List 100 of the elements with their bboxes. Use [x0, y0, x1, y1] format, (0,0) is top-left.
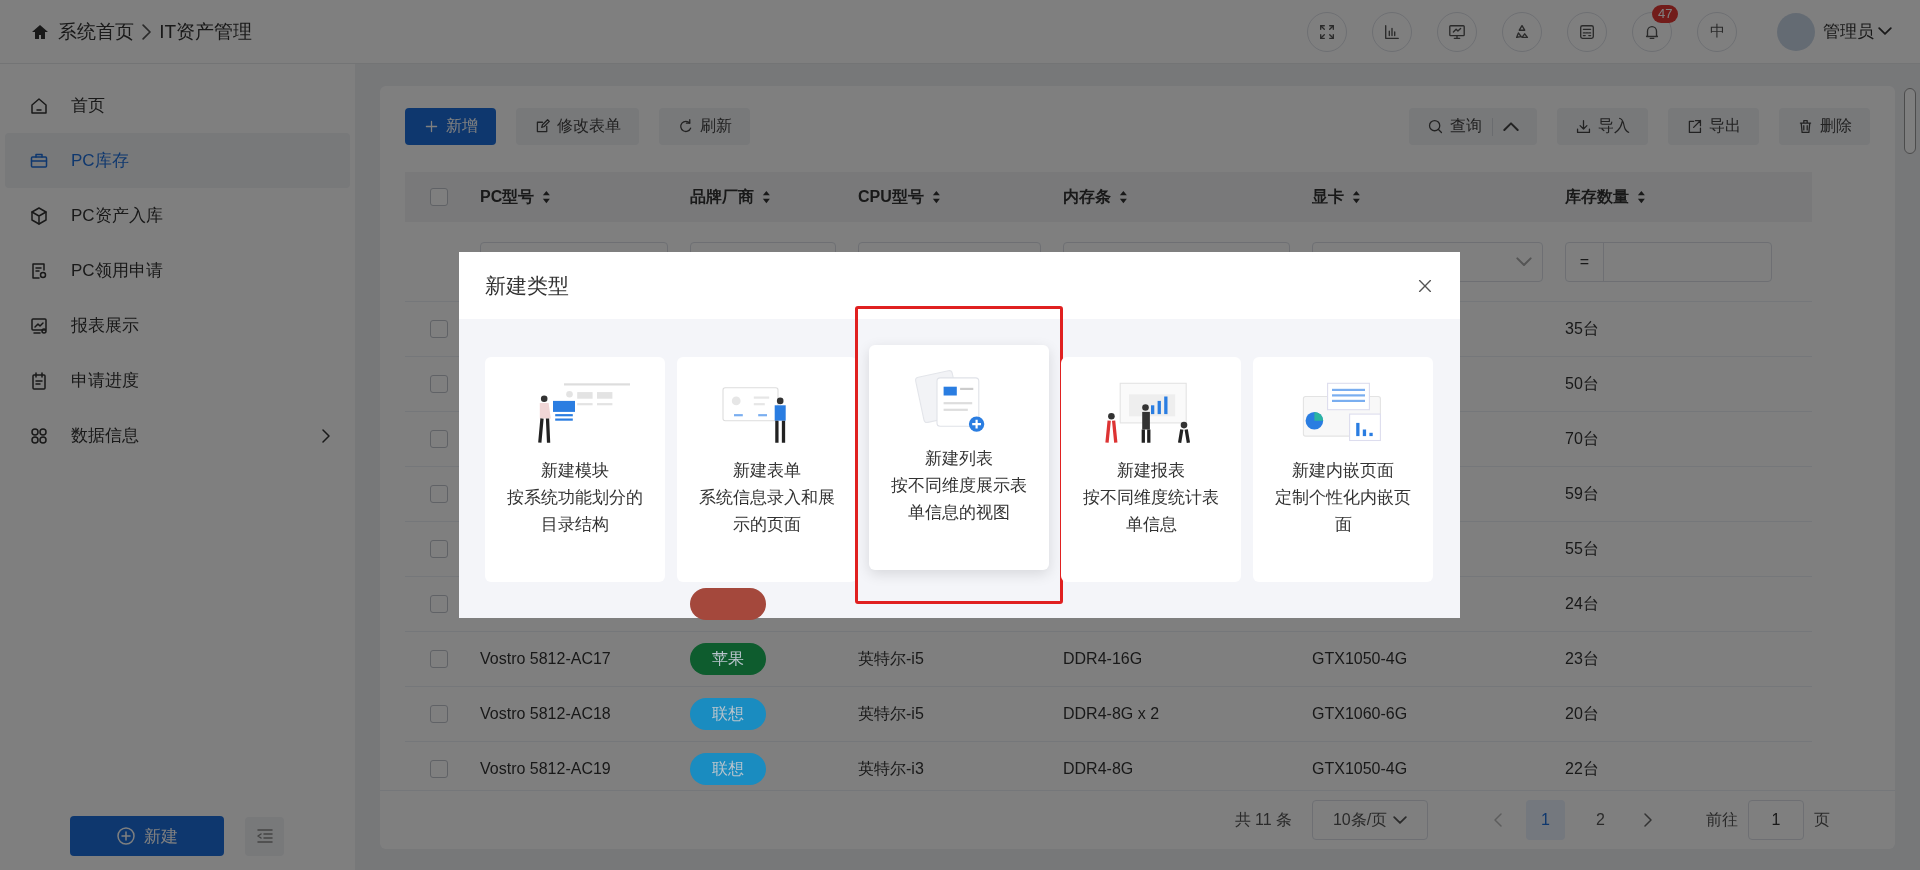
avatar[interactable] [1777, 12, 1815, 51]
user-menu[interactable]: 管理员 [1823, 20, 1892, 43]
table-cell: DDR4-8G [1063, 760, 1134, 778]
card-description: 系统信息录入和展示的页面 [698, 487, 836, 536]
trash-button[interactable]: 删除 [1779, 108, 1870, 145]
plus-icon [423, 118, 440, 135]
column-header[interactable]: 库存数量 [1565, 186, 1629, 208]
breadcrumb-item[interactable]: IT资产管理 [159, 18, 253, 45]
checkbox[interactable] [430, 540, 448, 558]
filter-field[interactable]: = [1565, 241, 1772, 282]
page-input[interactable]: 1 [1748, 800, 1804, 840]
report-icon [29, 315, 49, 336]
type-card[interactable]: 新建报表 按不同维度统计表单信息 [1061, 357, 1241, 582]
table-cell: Vostro 5812-AC19 [480, 760, 611, 778]
cube-icon [29, 205, 49, 226]
table-cell: GTX1050-4G [1312, 650, 1408, 668]
checkbox[interactable] [430, 430, 448, 448]
total-count: 共 11 条 [1234, 809, 1292, 830]
column-header[interactable]: 品牌厂商 [690, 186, 754, 208]
table-cell-text: 23台 [1565, 648, 1599, 669]
sidebar-item[interactable]: PC资产入库 [5, 188, 350, 243]
type-card[interactable]: 新建列表 按不同维度展示表单信息的视图 [869, 345, 1049, 570]
plus-button[interactable]: 新增 [405, 108, 496, 145]
card-title: 新建内嵌页面 [1292, 460, 1394, 482]
sort-icon [1119, 190, 1128, 204]
sort-icon [542, 190, 551, 204]
bar-chart-icon [1383, 22, 1401, 41]
download-icon [1575, 118, 1592, 135]
sort-icon [762, 190, 771, 204]
edit-icon [534, 118, 551, 135]
table-cell-text: 70台 [1565, 428, 1599, 449]
checkbox[interactable] [430, 650, 448, 668]
export-icon [1686, 118, 1703, 135]
table-cell-text: 59台 [1565, 483, 1599, 504]
card-title: 新建模块 [541, 460, 609, 482]
checkbox[interactable] [430, 595, 448, 613]
calculator-icon [1578, 22, 1596, 41]
column-header[interactable]: CPU型号 [858, 186, 924, 208]
page-suffix: 页 [1814, 809, 1830, 830]
sidebar-item[interactable]: PC领用申请 [5, 243, 350, 298]
card-description: 按系统功能划分的目录结构 [506, 487, 644, 536]
sidebar-item[interactable]: 申请进度 [5, 353, 350, 408]
triangle-shapes-icon [1513, 22, 1531, 41]
sidebar-item[interactable]: 首页 [5, 78, 350, 133]
sidebar-item[interactable]: 报表展示 [5, 298, 350, 353]
type-card[interactable]: 新建模块 按系统功能划分的目录结构 [485, 357, 665, 582]
table-cell-text: 24台 [1565, 593, 1599, 614]
table-cell: Vostro 5812-AC18 [480, 705, 611, 723]
card-description: 按不同维度统计表单信息 [1082, 487, 1220, 536]
fullscreen-button[interactable] [1307, 11, 1347, 52]
checkbox[interactable] [430, 760, 448, 778]
column-header[interactable]: 内存条 [1063, 186, 1111, 208]
caret-icon [1516, 256, 1532, 267]
triangle-shapes-button[interactable] [1502, 11, 1542, 52]
column-header[interactable]: 显卡 [1312, 186, 1344, 208]
breadcrumb-item[interactable]: 系统首页 [58, 18, 134, 45]
brand-tag: 联想 [690, 753, 766, 785]
export-button[interactable]: 导出 [1668, 108, 1759, 145]
column-header[interactable]: PC型号 [480, 186, 535, 208]
page-size-select[interactable]: 10条/页 [1312, 800, 1428, 840]
checkbox[interactable] [430, 320, 448, 338]
card-title: 新建列表 [925, 448, 993, 470]
collapse-button[interactable] [245, 816, 284, 856]
calculator-button[interactable] [1567, 11, 1607, 52]
checkbox[interactable] [430, 375, 448, 393]
fullscreen-icon [1318, 22, 1336, 41]
checkbox[interactable] [430, 188, 448, 206]
sort-icon [1352, 190, 1361, 204]
language-button[interactable]: 中 [1697, 11, 1737, 52]
table-cell: GTX1060-6G [1312, 705, 1408, 723]
card-description: 按不同维度展示表单信息的视图 [890, 475, 1028, 524]
table-cell-text: 20台 [1565, 703, 1599, 724]
document-icon [29, 260, 49, 281]
grid-icon [29, 425, 49, 446]
search-button[interactable]: 查询 [1409, 108, 1537, 145]
home-icon [29, 95, 49, 116]
checkbox[interactable] [430, 705, 448, 723]
trash-icon [1797, 118, 1814, 135]
download-button[interactable]: 导入 [1557, 108, 1648, 145]
notification-badge: 47 [1652, 4, 1679, 23]
table-cell: GTX1050-4G [1312, 760, 1408, 778]
scrollbar[interactable] [1904, 88, 1916, 154]
table-cell: DDR4-8G x 2 [1063, 705, 1160, 723]
page-button[interactable]: 1 [1526, 800, 1565, 840]
sidebar-item[interactable]: 数据信息 [5, 408, 350, 463]
goto-label: 前往 [1706, 809, 1738, 830]
refresh-button[interactable]: 刷新 [659, 108, 750, 145]
type-card[interactable]: 新建表单 系统信息录入和展示的页面 [677, 357, 857, 582]
monitor-button[interactable] [1437, 11, 1477, 52]
page-button[interactable]: 2 [1581, 800, 1620, 840]
dialog-title: 新建类型 [485, 272, 569, 299]
new-button[interactable]: 新建 [70, 816, 224, 856]
type-card[interactable]: 新建内嵌页面 定制个性化内嵌页面 [1253, 357, 1433, 582]
bar-chart-button[interactable] [1372, 11, 1412, 52]
checkbox[interactable] [430, 485, 448, 503]
card-title: 新建报表 [1117, 460, 1185, 482]
sidebar-item[interactable]: PC库存 [5, 133, 350, 188]
chevron-right-icon [322, 428, 330, 443]
edit-button[interactable]: 修改表单 [516, 108, 639, 145]
chevron-left-icon [1494, 813, 1502, 827]
